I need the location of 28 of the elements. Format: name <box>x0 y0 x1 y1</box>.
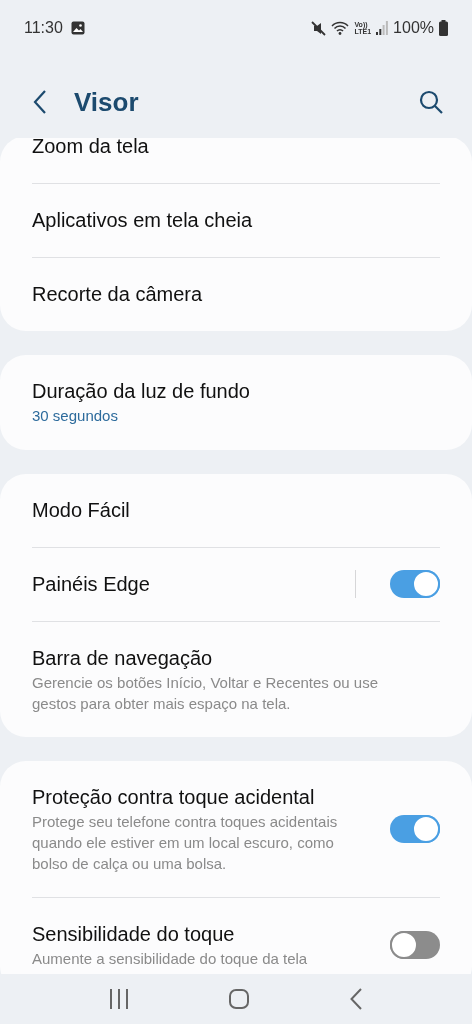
setting-value: 30 segundos <box>32 406 119 426</box>
setting-summary: Aumente a sensibilidade do toque da tela <box>32 949 309 969</box>
setting-title[interactable]: Duração da luz de fundo <box>32 377 440 405</box>
status-time: 11:30 <box>24 18 63 38</box>
search-button[interactable] <box>418 89 444 115</box>
home-button[interactable] <box>229 989 249 1009</box>
toggle-switch[interactable] <box>390 930 440 959</box>
mute-icon <box>311 20 327 36</box>
recents-button[interactable] <box>110 989 129 1009</box>
setting-title[interactable]: Modo Fácil <box>32 496 440 524</box>
toggle-switch[interactable] <box>390 814 440 843</box>
setting-summary: Protege seu telefone contra toques acidentais quando ele estiver em um local escuro, como bolso de calça ou uma bolsa. <box>32 812 339 874</box>
setting-title[interactable]: Sensibilidade do toque <box>32 920 362 948</box>
toggle-switch[interactable] <box>390 570 440 598</box>
setting-title[interactable]: Recorte da câmera <box>32 280 440 308</box>
signal-icon <box>376 21 389 35</box>
wifi-icon <box>331 20 350 36</box>
setting-title[interactable]: Barra de navegação <box>32 644 440 672</box>
setting-summary: Gerencie os botões Início, Voltar e Recentes ou use gestos para obter mais espaço na tela. <box>32 673 380 714</box>
setting-title[interactable]: Zoom da tela <box>32 138 440 160</box>
back-nav-button[interactable] <box>349 988 362 1010</box>
setting-title[interactable]: Aplicativos em tela cheia <box>32 206 440 234</box>
setting-title[interactable]: Painéis Edge <box>32 570 327 598</box>
page-title: Visor <box>74 85 139 119</box>
battery-icon <box>439 20 448 36</box>
image-icon <box>70 21 85 35</box>
battery-percent: 100% <box>393 18 434 38</box>
setting-title[interactable]: Proteção contra toque acidental <box>32 783 362 811</box>
